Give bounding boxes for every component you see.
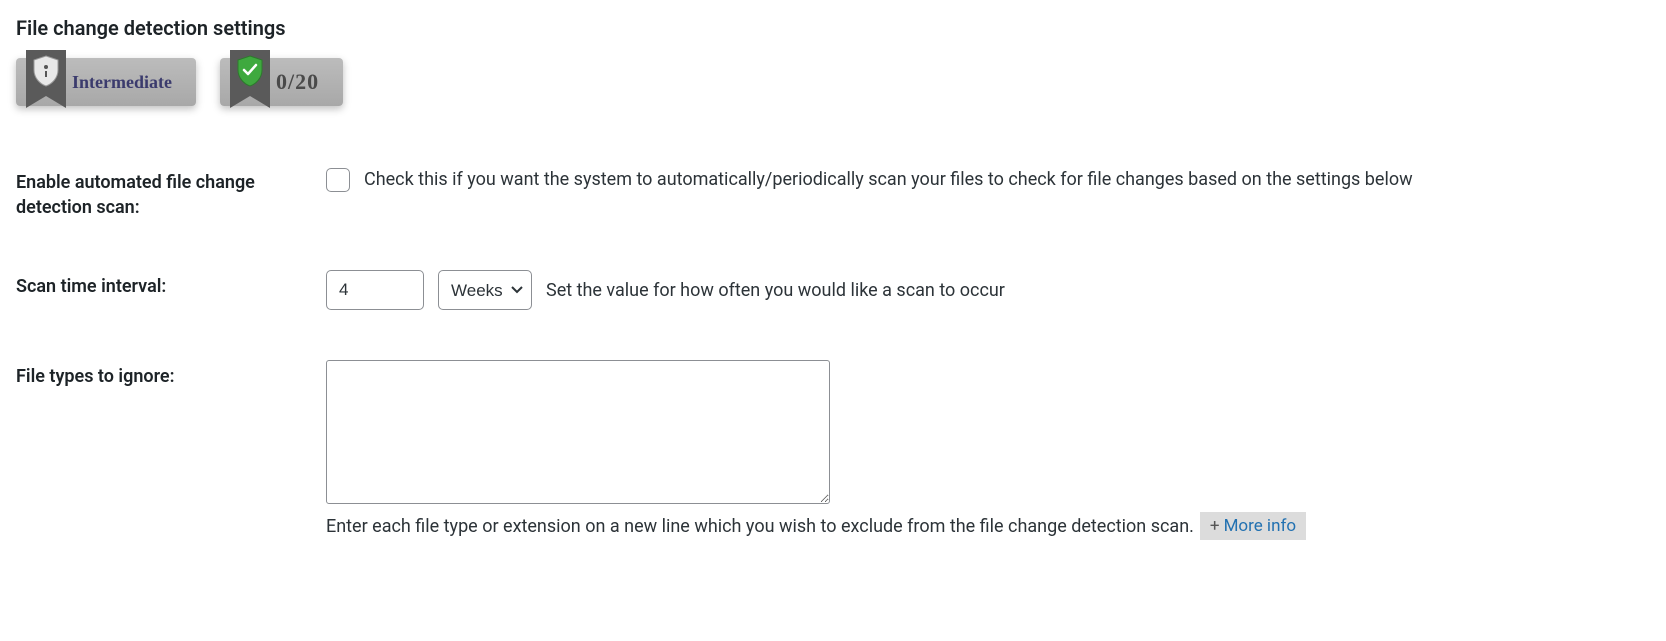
more-info-toggle[interactable]: + More info: [1200, 512, 1306, 540]
level-badge-label: Intermediate: [72, 72, 172, 93]
enable-scan-checkbox[interactable]: [326, 168, 350, 192]
scan-interval-row: Scan time interval: Weeks Set the value …: [16, 270, 1650, 310]
more-info-prefix: +: [1210, 516, 1220, 536]
ignore-types-label: File types to ignore:: [16, 360, 326, 389]
score-badge: 0/20: [220, 58, 343, 106]
scan-interval-unit-select[interactable]: Weeks: [438, 270, 532, 310]
badges-row: Intermediate 0/20: [16, 58, 1650, 106]
ignore-types-help: Enter each file type or extension on a n…: [326, 513, 1194, 540]
enable-scan-description: Check this if you want the system to aut…: [364, 166, 1413, 193]
scan-interval-label: Scan time interval:: [16, 270, 326, 299]
score-badge-label: 0/20: [276, 69, 319, 95]
ignore-types-row: File types to ignore: Enter each file ty…: [16, 360, 1650, 540]
shield-alert-icon: [26, 50, 66, 128]
ignore-types-textarea[interactable]: [326, 360, 830, 504]
enable-scan-label: Enable automated file change detection s…: [16, 166, 326, 220]
more-info-label: More info: [1224, 516, 1297, 536]
scan-interval-input[interactable]: [326, 270, 424, 310]
page-title: File change detection settings: [16, 16, 1650, 40]
shield-check-icon: [230, 50, 270, 128]
enable-scan-row: Enable automated file change detection s…: [16, 166, 1650, 220]
scan-interval-description: Set the value for how often you would li…: [546, 277, 1005, 304]
level-badge: Intermediate: [16, 58, 196, 106]
